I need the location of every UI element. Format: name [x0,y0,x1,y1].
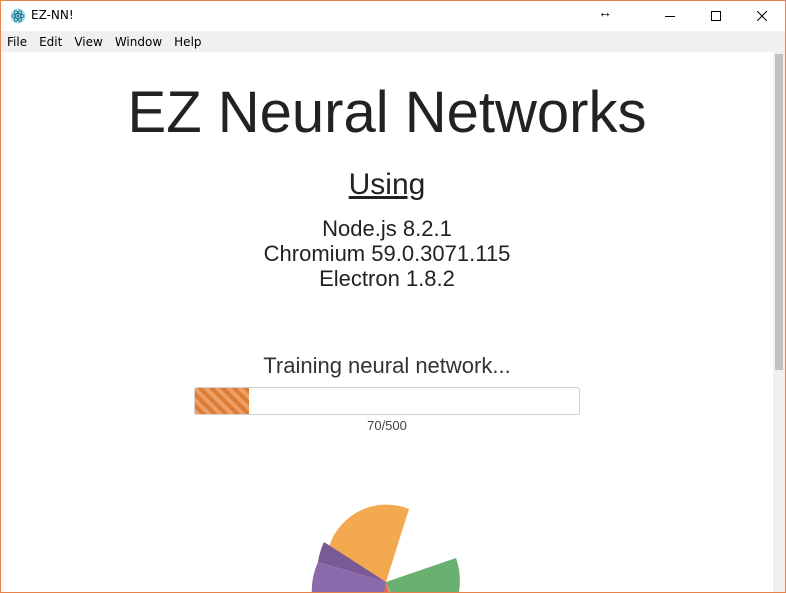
close-icon [757,11,767,21]
window-title: EZ-NN! [31,8,74,22]
title-bar[interactable]: EZ-NN! ↔ [1,1,785,31]
version-chromium: Chromium 59.0.3071.115 [263,241,511,266]
menu-view[interactable]: View [68,35,108,49]
vertical-scrollbar[interactable] [773,52,785,592]
resize-cursor-icon: ↔ [598,4,612,20]
version-electron: Electron 1.8.2 [319,266,455,291]
progress-bar [194,387,580,415]
minimize-button[interactable] [647,1,693,31]
progress-count: 70/500 [367,418,407,433]
page-title: EZ Neural Networks [127,80,647,145]
training-pie-chart [311,504,460,592]
scrollbar-thumb[interactable] [775,54,783,370]
training-status: Training neural network... [263,353,511,378]
main-content: EZ Neural Networks Using Node.js 8.2.1 C… [1,52,773,592]
electron-atom-icon [10,8,26,24]
minimize-icon [665,16,675,17]
menu-help[interactable]: Help [168,35,207,49]
pie-slice-green [386,558,460,592]
menu-window[interactable]: Window [109,35,168,49]
menu-file[interactable]: File [1,35,33,49]
maximize-button[interactable] [693,1,739,31]
maximize-icon [711,11,721,21]
close-button[interactable] [739,1,785,31]
version-list: Node.js 8.2.1 Chromium 59.0.3071.115 Ele… [1,216,773,291]
menu-bar: File Edit View Window Help [1,31,785,52]
app-window: EZ-NN! ↔ File Edit View Window Help EZ N… [0,0,786,593]
version-node: Node.js 8.2.1 [322,216,452,241]
using-heading: Using [348,168,426,201]
progress-fill [195,388,249,414]
menu-edit[interactable]: Edit [33,35,68,49]
